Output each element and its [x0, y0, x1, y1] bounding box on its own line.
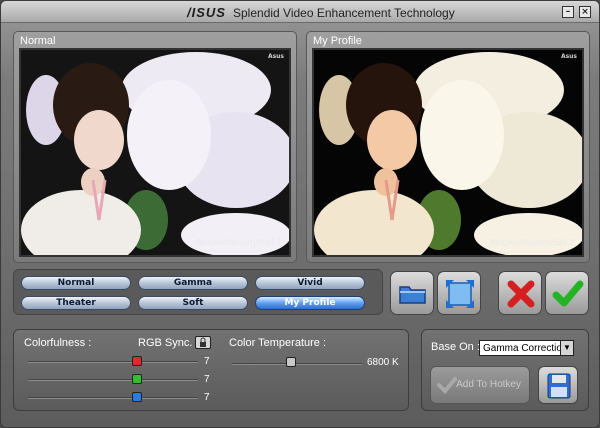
- base-on-select[interactable]: Gamma Correction ▼: [479, 340, 574, 356]
- blue-slider-track[interactable]: [28, 397, 198, 399]
- mode-selector: Normal Gamma Vivid Theater Soft My Profi…: [13, 269, 383, 315]
- color-adjust-panel: Colorfulness : RGB Sync. 7 7 7 Color Tem…: [13, 329, 409, 411]
- preview-signature: RespectBeautyHall.T: [196, 238, 282, 247]
- red-value: 7: [204, 356, 210, 367]
- mode-gamma-button[interactable]: Gamma: [138, 276, 248, 290]
- chevron-down-icon[interactable]: ▼: [560, 341, 573, 355]
- normal-preview-label: Normal: [20, 35, 56, 47]
- mode-vivid-button[interactable]: Vivid: [255, 276, 365, 290]
- splendid-window: /ISUS Splendid Video Enhancement Technol…: [0, 0, 600, 428]
- window-title: Splendid Video Enhancement Technology: [233, 6, 455, 20]
- preview-watermark: Asus: [267, 53, 284, 60]
- color-temp-slider-track[interactable]: [232, 363, 362, 365]
- asus-logo: /ISUS: [187, 5, 226, 20]
- minimize-button[interactable]: –: [562, 6, 574, 18]
- blue-value: 7: [204, 392, 210, 403]
- title-bar[interactable]: /ISUS Splendid Video Enhancement Technol…: [1, 1, 599, 23]
- red-slider-thumb[interactable]: [132, 356, 142, 366]
- blue-slider-thumb[interactable]: [132, 392, 142, 402]
- close-window-button[interactable]: ×: [579, 6, 591, 18]
- folder-icon: [399, 286, 426, 304]
- green-slider-thumb[interactable]: [132, 374, 142, 384]
- fullscreen-button[interactable]: [437, 271, 481, 315]
- base-on-label: Base On :: [431, 341, 480, 353]
- my-profile-preview-label: My Profile: [313, 35, 362, 47]
- green-slider-track[interactable]: [28, 379, 198, 381]
- lock-icon[interactable]: [195, 336, 211, 349]
- normal-preview-image: Asus RespectBeautyHall.T: [19, 48, 291, 257]
- add-to-hotkey-button[interactable]: Add To Hotkey: [430, 366, 530, 404]
- save-button[interactable]: [538, 366, 578, 404]
- my-profile-preview-image: Asus RespectBeautyHall.T: [312, 48, 584, 257]
- my-profile-preview-panel: My Profile Asus RespectBeautyHall.T: [306, 31, 590, 263]
- checkmark-icon: [437, 377, 457, 394]
- mode-my-profile-button[interactable]: My Profile: [255, 296, 365, 310]
- color-temperature-label: Color Temperature :: [229, 337, 327, 349]
- mode-theater-button[interactable]: Theater: [21, 296, 131, 310]
- green-value: 7: [204, 374, 210, 385]
- expand-icon: [446, 280, 474, 308]
- color-temp-value: 6800 K: [367, 357, 399, 368]
- add-to-hotkey-label: Add To Hotkey: [456, 379, 521, 390]
- x-icon: [507, 280, 535, 308]
- normal-preview-panel: Normal Asus RespectBeautyHall.T: [13, 31, 297, 263]
- apply-button[interactable]: [545, 271, 589, 315]
- mode-soft-button[interactable]: Soft: [138, 296, 248, 310]
- base-on-panel: Base On : Gamma Correction ▼ Add To Hotk…: [421, 329, 589, 411]
- color-temp-slider-thumb[interactable]: [286, 357, 296, 367]
- red-slider-track[interactable]: [28, 361, 198, 363]
- base-on-selected-value: Gamma Correction: [483, 343, 568, 354]
- preview-watermark: Asus: [560, 53, 577, 60]
- mode-normal-button[interactable]: Normal: [21, 276, 131, 290]
- checkmark-icon: [552, 280, 584, 307]
- cancel-button[interactable]: [498, 271, 542, 315]
- open-file-button[interactable]: [390, 271, 434, 315]
- colorfulness-label: Colorfulness :: [24, 337, 92, 349]
- rgb-sync-label: RGB Sync.: [138, 337, 193, 349]
- floppy-disk-icon: [547, 373, 571, 399]
- preview-signature: RespectBeautyHall.T: [489, 238, 575, 247]
